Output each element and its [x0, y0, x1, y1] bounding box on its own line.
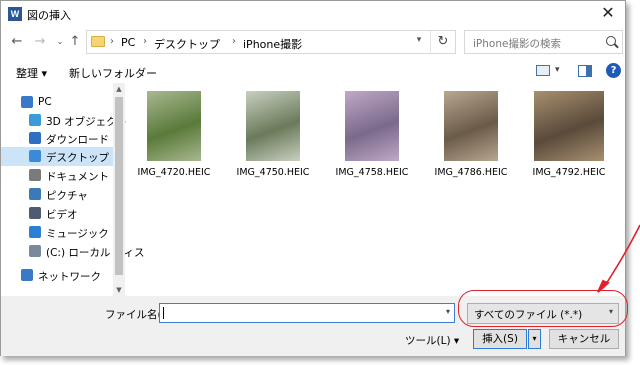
breadcrumb-separator: › — [143, 36, 147, 47]
nav-item-label: ドキュメント — [46, 171, 109, 183]
file-name: IMG_4786.HEIC — [434, 167, 508, 178]
annotation-highlight-ellipse — [458, 290, 628, 327]
video-icon — [29, 207, 41, 219]
nav-item-label: ダウンロード — [46, 134, 109, 146]
address-bar[interactable]: › PC › デスクトップ › iPhone撮影 ▾ ↻ — [86, 30, 456, 54]
pc-icon — [21, 96, 33, 108]
file-item[interactable]: IMG_4758.HEIC — [327, 91, 417, 181]
picture-icon — [29, 188, 41, 200]
search-box[interactable]: iPhone撮影の検索 — [464, 30, 623, 54]
nav-item[interactable]: デスクトップ — [1, 147, 114, 166]
breadcrumb-separator: › — [110, 36, 114, 47]
word-icon: W — [8, 7, 22, 21]
nav-item-label: ミュージック — [46, 228, 109, 240]
desktop-icon — [29, 150, 41, 162]
file-item[interactable]: IMG_4792.HEIC — [524, 91, 614, 181]
nav-item-label: PC — [38, 96, 52, 108]
title-bar: W 図の挿入 ✕ — [1, 1, 625, 27]
nav-scrollbar[interactable]: ▲ ▼ — [113, 83, 125, 296]
scroll-up-icon[interactable]: ▲ — [113, 83, 125, 95]
filename-dropdown-icon[interactable]: ▾ — [446, 307, 450, 316]
file-name: IMG_4750.HEIC — [236, 167, 310, 178]
image-thumbnail — [534, 91, 604, 161]
text-caret — [163, 307, 164, 319]
breadcrumb-desktop[interactable]: デスクトップ — [154, 36, 220, 52]
back-arrow-icon[interactable]: ← — [9, 34, 25, 50]
nav-item[interactable]: ドキュメント — [1, 166, 114, 185]
download-icon — [29, 132, 41, 144]
breadcrumb-iphone[interactable]: iPhone撮影 — [243, 36, 302, 52]
recent-locations-chevron-icon[interactable]: ⌄ — [52, 34, 68, 50]
nav-item-label: デスクトップ — [46, 152, 109, 164]
cancel-button[interactable]: キャンセル — [549, 329, 619, 349]
dialog-title: 図の挿入 — [27, 9, 71, 22]
organize-button[interactable]: 整理 ▾ — [16, 65, 47, 81]
nav-item[interactable]: ピクチャ — [1, 185, 114, 204]
image-thumbnail — [246, 91, 300, 161]
document-icon — [29, 169, 41, 181]
scroll-thumb[interactable] — [115, 97, 123, 275]
insert-split-dropdown-icon[interactable]: ▾ — [528, 329, 541, 349]
nav-item[interactable]: ミュージック — [1, 223, 114, 242]
forward-arrow-icon[interactable]: → — [32, 34, 48, 50]
help-icon[interactable]: ? — [606, 63, 621, 78]
file-name: IMG_4758.HEIC — [335, 167, 409, 178]
tools-menu[interactable]: ツール(L) ▾ — [405, 333, 459, 348]
drive-icon — [29, 245, 41, 257]
nav-item-label: (C:) ローカル ディス — [46, 247, 145, 259]
scroll-down-icon[interactable]: ▼ — [113, 284, 125, 296]
up-arrow-icon[interactable]: ↑ — [67, 34, 83, 50]
nav-item[interactable]: 3D オブジェクト — [1, 111, 127, 130]
image-thumbnail — [345, 91, 399, 161]
3d-objects-icon — [29, 114, 41, 126]
image-thumbnail — [147, 91, 201, 161]
file-item[interactable]: IMG_4720.HEIC — [129, 91, 219, 181]
view-options-icon[interactable] — [536, 65, 550, 76]
nav-item-label: ビデオ — [46, 209, 78, 221]
address-dropdown-icon[interactable]: ▾ — [413, 35, 425, 45]
nav-item-label: ピクチャ — [46, 190, 88, 202]
music-icon — [29, 226, 41, 238]
file-name: IMG_4792.HEIC — [532, 167, 606, 178]
image-thumbnail — [444, 91, 498, 161]
folder-icon — [91, 36, 105, 47]
filename-input[interactable]: ▾ — [159, 303, 455, 323]
view-dropdown-icon[interactable]: ▾ — [555, 65, 560, 75]
nav-item[interactable]: (C:) ローカル ディス — [1, 242, 145, 261]
nav-item[interactable]: PC — [1, 93, 114, 112]
nav-item-label: ネットワーク — [38, 271, 101, 283]
navigation-pane: PC 3D オブジェクトダウンロード デスクトップ ドキュメント ピクチャビデオミュージ… — [1, 83, 145, 296]
file-name: IMG_4720.HEIC — [137, 167, 211, 178]
file-item[interactable]: IMG_4750.HEIC — [228, 91, 318, 181]
new-folder-button[interactable]: 新しいフォルダー — [69, 65, 157, 81]
nav-item[interactable]: ネットワーク — [1, 266, 114, 285]
refresh-icon[interactable]: ↻ — [430, 31, 455, 53]
nav-item[interactable]: ビデオ — [1, 204, 114, 223]
nav-item[interactable]: ダウンロード — [1, 129, 114, 148]
search-icon[interactable] — [606, 36, 616, 46]
insert-button[interactable]: 挿入(S) — [473, 329, 527, 349]
breadcrumb-separator: › — [232, 36, 236, 47]
search-placeholder: iPhone撮影の検索 — [473, 38, 561, 50]
file-item[interactable]: IMG_4786.HEIC — [426, 91, 516, 181]
preview-pane-icon[interactable] — [578, 65, 592, 77]
network-icon — [21, 269, 33, 281]
close-button[interactable]: ✕ — [597, 3, 619, 23]
breadcrumb-pc[interactable]: PC — [121, 36, 135, 49]
